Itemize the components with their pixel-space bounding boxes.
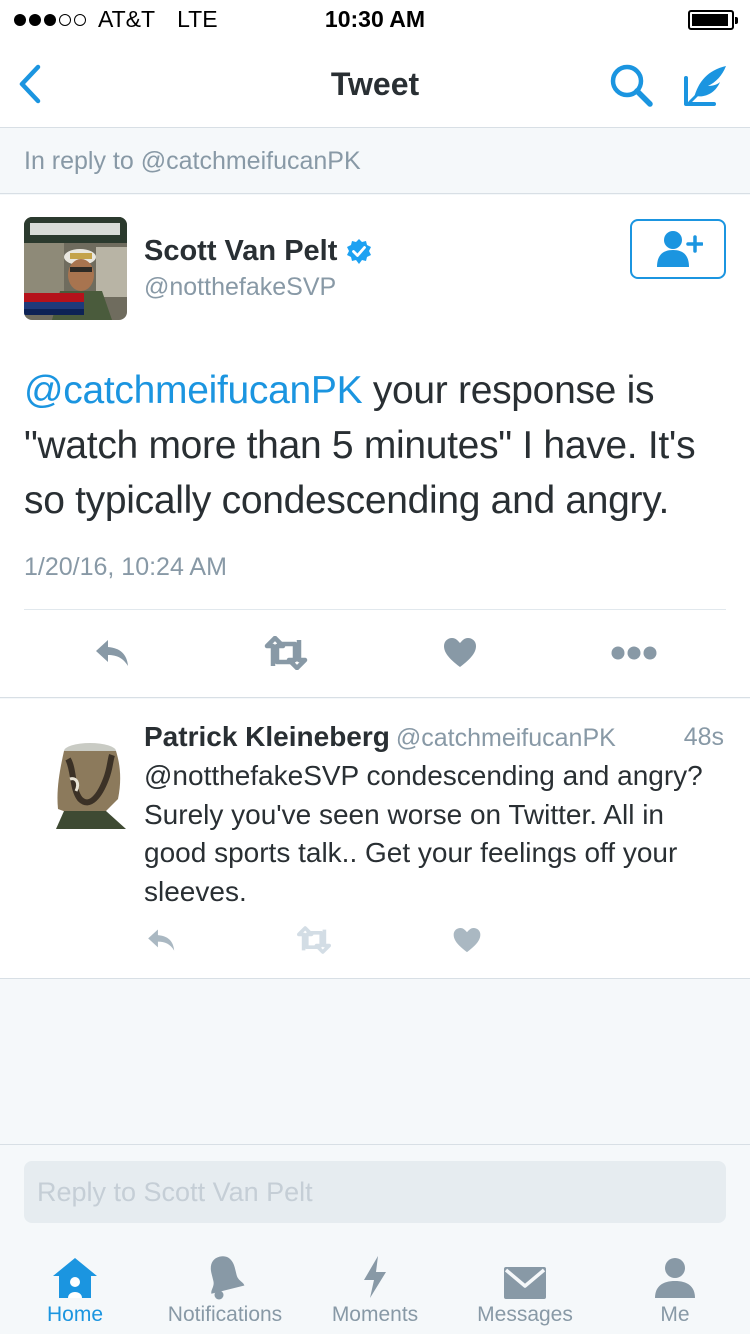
like-button[interactable] [435,633,485,673]
tab-messages[interactable]: Messages [466,1244,584,1334]
main-tweet: Scott Van Pelt @notthefakeSVP @catchmeif… [0,195,750,698]
in-reply-to-label: In reply to @catchmeifucanPK [24,147,361,175]
status-time: 10:30 AM [324,6,426,32]
more-icon [611,646,657,660]
tweet-text: @catchmeifucanPK your response is "watch… [24,363,734,528]
reply-composer [0,1144,750,1244]
reply-icon [96,640,128,666]
reply-input[interactable] [24,1161,726,1223]
nav-bar: Tweet [0,40,750,128]
tweet-timestamp: 1/20/16, 10:24 AM [24,553,227,581]
reply-avatar[interactable] [50,739,130,829]
tab-messages-label: Messages [477,1303,573,1326]
verified-badge-icon [347,238,372,264]
reply-icon [148,929,175,951]
reply-author-photo [56,743,126,829]
compose-button[interactable] [680,60,730,110]
author-handle[interactable]: @notthefakeSVP [144,273,336,302]
author-name[interactable]: Scott Van Pelt [144,235,373,268]
reply-author-name[interactable]: Patrick Kleineberg [144,721,390,752]
tab-notifications-label: Notifications [167,1303,283,1326]
tab-bar: Home Notifications Moments Messages Me [0,1244,750,1334]
tab-home-label: Home [46,1303,104,1326]
more-button[interactable] [609,633,659,673]
reply-timestamp: 48s [683,723,724,751]
in-reply-to-banner[interactable]: In reply to @catchmeifucanPK [0,129,750,194]
heart-icon [453,927,481,952]
divider [24,609,726,610]
tab-me-label: Me [660,1303,690,1326]
status-bar: AT&T LTE 10:30 AM [0,0,750,40]
author-name-label: Scott Van Pelt [144,235,338,267]
author-photo [24,217,127,320]
lightning-icon [364,1256,386,1298]
reply-tweet[interactable]: Patrick Kleineberg @catchmeifucanPK 48s @… [0,699,750,979]
battery-icon [688,10,738,30]
tab-notifications[interactable]: Notifications [154,1244,296,1334]
search-icon [610,64,653,107]
heart-icon [444,638,476,667]
tab-me[interactable]: Me [646,1244,704,1334]
envelope-icon [504,1267,546,1299]
reply-author-handle[interactable]: @catchmeifucanPK [396,724,616,752]
reply-like-button[interactable] [447,925,487,955]
tab-home[interactable]: Home [34,1244,116,1334]
search-button[interactable] [608,62,656,110]
back-button[interactable] [16,62,48,106]
retweet-button[interactable] [261,633,311,673]
tweet-mention-link[interactable]: @catchmeifucanPK [24,369,363,412]
retweet-icon [297,926,331,954]
home-icon [53,1258,97,1298]
tab-moments-label: Moments [331,1303,419,1326]
tab-moments[interactable]: Moments [322,1244,428,1334]
reply-header: Patrick Kleineberg @catchmeifucanPK [144,721,616,753]
chevron-left-icon [19,64,41,104]
follow-button[interactable] [630,219,726,279]
reply-button[interactable] [88,633,138,673]
reply-text: @notthefakeSVP condescending and angry? … [144,760,703,907]
person-icon [655,1258,695,1298]
avatar[interactable] [24,217,127,320]
compose-icon [684,66,726,106]
reply-reply-button[interactable] [142,925,182,955]
retweet-icon [264,636,308,670]
add-user-icon [657,231,703,267]
bell-icon [210,1256,245,1300]
reply-retweet-button[interactable] [294,925,334,955]
